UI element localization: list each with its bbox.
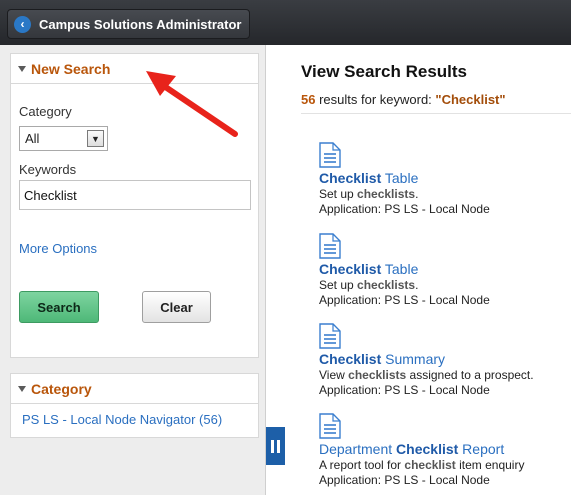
result-desc-text: assigned to a prospect. [406, 368, 534, 382]
document-icon [319, 233, 341, 259]
collapse-triangle-icon [18, 65, 26, 72]
category-card: Category PS LS - Local Node Navigator (5… [10, 373, 259, 438]
top-bar: ‹ Campus Solutions Administrator [0, 0, 571, 45]
result-desc-keyword: checklists [348, 368, 407, 382]
result-desc-keyword: checklists [357, 278, 416, 292]
result-title-link[interactable]: Checklist Summary [319, 351, 571, 368]
result-desc-text: . [415, 278, 419, 292]
result-title-rest: Table [381, 170, 419, 186]
result-desc-text: Set up [319, 278, 358, 292]
back-arrow-icon: ‹ [14, 15, 31, 33]
result-title-link[interactable]: Checklist Table [319, 261, 571, 278]
result-title-keyword: Checklist [319, 351, 382, 367]
new-search-header[interactable]: New Search [11, 54, 258, 84]
results-title: View Search Results [301, 62, 467, 81]
result-application: Application: PS LS - Local Node [319, 383, 490, 397]
left-panel: New Search Category All ▼ Keywords Check… [0, 45, 265, 495]
result-item: Department Checklist Report A report too… [319, 413, 571, 488]
dropdown-arrow-icon[interactable]: ▼ [87, 130, 104, 147]
result-application: Application: PS LS - Local Node [319, 293, 490, 307]
new-search-card: New Search Category All ▼ Keywords Check… [10, 53, 259, 358]
clear-button[interactable]: Clear [142, 291, 211, 323]
category-label: Category [19, 104, 72, 119]
result-title-keyword: Checklist [319, 261, 382, 277]
result-title-rest: Table [381, 261, 419, 277]
result-application: Application: PS LS - Local Node [319, 473, 490, 487]
result-title-pre: Department [319, 441, 397, 457]
result-description: A report tool for checklist item enquiry [319, 458, 571, 473]
result-description: View checklists assigned to a prospect. [319, 368, 571, 383]
result-desc-text: Set up [319, 187, 358, 201]
results-keyword: "Checklist" [435, 92, 506, 107]
result-title-keyword: Checklist [396, 441, 459, 457]
collapse-panel-icon [271, 439, 280, 453]
result-desc-text: item enquiry [455, 458, 525, 472]
category-filter-link[interactable]: PS LS - Local Node Navigator (56) [22, 412, 222, 427]
result-desc-keyword: checklist [404, 458, 456, 472]
result-desc-text: A report tool for [319, 458, 405, 472]
keywords-input-value: Checklist [24, 187, 77, 203]
category-header[interactable]: Category [11, 374, 258, 404]
back-button[interactable]: ‹ Campus Solutions Administrator [7, 9, 250, 39]
keywords-input[interactable]: Checklist [19, 180, 251, 210]
results-summary-text: results for keyword: [315, 92, 436, 107]
result-desc-text: . [415, 187, 419, 201]
search-button[interactable]: Search [19, 291, 99, 323]
category-select[interactable]: All ▼ [19, 126, 108, 151]
category-title: Category [31, 380, 92, 397]
keywords-label: Keywords [19, 162, 77, 177]
result-item: Checklist Summary View checklists assign… [319, 323, 571, 398]
result-title-link[interactable]: Department Checklist Report [319, 441, 571, 458]
more-options-link[interactable]: More Options [19, 241, 97, 256]
collapse-panel-button[interactable] [266, 427, 285, 465]
result-title-rest: Summary [381, 351, 446, 367]
result-title-rest: Report [458, 441, 505, 457]
result-description: Set up checklists. [319, 278, 571, 293]
result-item: Checklist Table Set up checklists. Appli… [319, 233, 571, 308]
result-desc-keyword: checklists [357, 187, 416, 201]
results-summary: 56 results for keyword: "Checklist" [301, 92, 506, 107]
collapse-triangle-icon [18, 385, 26, 392]
summary-divider [301, 113, 571, 114]
result-title-link[interactable]: Checklist Table [319, 170, 571, 187]
back-button-label: Campus Solutions Administrator [39, 16, 242, 32]
category-select-value: All [25, 131, 40, 146]
result-desc-text: View [319, 368, 349, 382]
result-title-keyword: Checklist [319, 170, 382, 186]
new-search-title: New Search [31, 60, 111, 77]
results-count: 56 [301, 92, 316, 107]
result-item: Checklist Table Set up checklists. Appli… [319, 142, 571, 217]
document-icon [319, 142, 341, 168]
document-icon [319, 413, 341, 439]
document-icon [319, 323, 341, 349]
result-application: Application: PS LS - Local Node [319, 202, 490, 216]
result-description: Set up checklists. [319, 187, 571, 202]
